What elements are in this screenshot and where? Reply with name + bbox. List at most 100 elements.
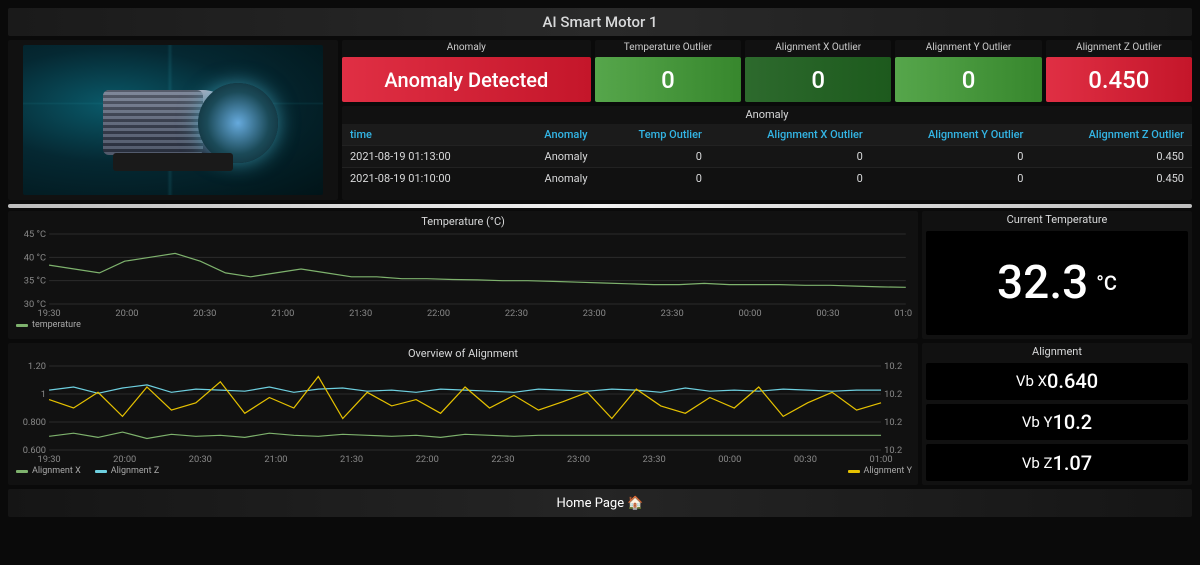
- svg-text:35 °C: 35 °C: [24, 277, 46, 287]
- kpi-align-z-outlier[interactable]: Alignment Z Outlier 0.450: [1046, 40, 1192, 102]
- table-row[interactable]: 2021-08-19 01:10:00Anomaly0000.450: [342, 168, 1192, 190]
- svg-text:40 °C: 40 °C: [24, 253, 46, 263]
- charts-column: Temperature (°C) 30 °C35 °C40 °C45 °C19:…: [8, 211, 918, 485]
- svg-text:00:30: 00:30: [816, 309, 839, 318]
- alignment-values-rows: Vb X0.640 Vb Y10.2Vb Z1.07: [922, 361, 1192, 485]
- kpi-align-y-value: 0: [895, 57, 1041, 102]
- svg-text:20:30: 20:30: [193, 309, 216, 318]
- alignment-values-title: Alignment: [922, 343, 1192, 361]
- motor-image: [23, 45, 323, 195]
- anomaly-table-body: 2021-08-19 01:13:00Anomaly0000.4502021-0…: [342, 146, 1192, 190]
- svg-text:23:00: 23:00: [567, 455, 590, 464]
- alignment-value-row: Vb Y10.2: [926, 404, 1188, 441]
- legend-align-z[interactable]: Alignment Z: [95, 466, 159, 476]
- temperature-chart-title: Temperature (°C): [14, 215, 912, 228]
- svg-text:22:30: 22:30: [505, 309, 528, 318]
- svg-text:10.2: 10.2: [884, 362, 902, 372]
- current-temperature-panel[interactable]: Current Temperature 32.3 °C: [922, 211, 1192, 339]
- legend-swatch-align-y: [848, 470, 860, 473]
- kpi-anomaly[interactable]: Anomaly Anomaly Detected: [342, 40, 591, 102]
- motor-image-panel: [8, 40, 338, 200]
- kpi-temp-outlier-title: Temperature Outlier: [595, 40, 741, 56]
- top-row: Anomaly Anomaly Detected Temperature Out…: [8, 40, 1192, 200]
- anomaly-table-head: timeAnomalyTemp OutlierAlignment X Outli…: [342, 124, 1192, 146]
- anomaly-table-title: Anomaly: [342, 106, 1192, 124]
- temperature-chart-svg: 30 °C35 °C40 °C45 °C19:3020:0020:3021:00…: [14, 230, 912, 318]
- svg-text:21:00: 21:00: [264, 455, 287, 464]
- svg-text:19:30: 19:30: [38, 309, 61, 318]
- svg-text:00:00: 00:00: [718, 455, 741, 464]
- kpi-anomaly-title: Anomaly: [342, 40, 591, 56]
- alignment-value-row: Vb Z1.07: [926, 444, 1188, 481]
- anomaly-table-panel: Anomaly timeAnomalyTemp OutlierAlignment…: [342, 106, 1192, 200]
- alignment-chart-title: Overview of Alignment: [14, 347, 912, 360]
- kpi-temp-outlier-value: 0: [595, 57, 741, 102]
- kpi-anomaly-value: Anomaly Detected: [342, 57, 591, 102]
- kpi-row: Anomaly Anomaly Detected Temperature Out…: [342, 40, 1192, 102]
- svg-text:21:00: 21:00: [271, 309, 294, 318]
- side-column: Current Temperature 32.3 °C Alignment Vb…: [922, 211, 1192, 485]
- kpi-align-z-value: 0.450: [1046, 57, 1192, 102]
- anomaly-table[interactable]: timeAnomalyTemp OutlierAlignment X Outli…: [342, 124, 1192, 189]
- alignment-chart-panel[interactable]: Overview of Alignment 0.60010.20.80010.2…: [8, 343, 918, 485]
- svg-text:22:30: 22:30: [491, 455, 514, 464]
- alignment-chart-svg: 0.60010.20.80010.2110.21.2010.219:3020:0…: [14, 362, 912, 464]
- temperature-legend: temperature: [14, 318, 912, 330]
- table-header[interactable]: Alignment X Outlier: [710, 124, 871, 146]
- svg-text:22:00: 22:00: [427, 309, 450, 318]
- svg-text:01:00: 01:00: [869, 455, 892, 464]
- dashboard-title-bar: AI Smart Motor 1: [8, 8, 1192, 36]
- kpi-align-x-outlier[interactable]: Alignment X Outlier 0: [745, 40, 891, 102]
- legend-align-x[interactable]: Alignment X: [16, 466, 81, 476]
- current-temperature-title: Current Temperature: [922, 211, 1192, 229]
- motor-fins-icon: [103, 90, 203, 155]
- current-temperature-value: 32.3 °C: [926, 231, 1188, 335]
- svg-text:23:30: 23:30: [643, 455, 666, 464]
- kpi-align-x-title: Alignment X Outlier: [745, 40, 891, 56]
- charts-row: Temperature (°C) 30 °C35 °C40 °C45 °C19:…: [8, 211, 1192, 485]
- svg-text:00:30: 00:30: [794, 455, 817, 464]
- kpi-align-y-outlier[interactable]: Alignment Y Outlier 0: [895, 40, 1041, 102]
- table-header[interactable]: Temp Outlier: [596, 124, 710, 146]
- alignment-chart-body: 0.60010.20.80010.2110.21.2010.219:3020:0…: [14, 362, 912, 464]
- svg-text:20:30: 20:30: [189, 455, 212, 464]
- svg-text:10.2: 10.2: [884, 418, 902, 428]
- svg-text:1: 1: [41, 390, 46, 400]
- dashboard-title: AI Smart Motor 1: [542, 13, 657, 31]
- alignment-value-row: Vb X0.640: [926, 363, 1188, 400]
- svg-text:21:30: 21:30: [349, 309, 372, 318]
- motor-fan-icon: [198, 83, 278, 163]
- kpi-align-x-value: 0: [745, 57, 891, 102]
- table-header[interactable]: Anomaly: [510, 124, 595, 146]
- kpi-temp-outlier[interactable]: Temperature Outlier 0: [595, 40, 741, 102]
- legend-temp[interactable]: temperature: [16, 320, 81, 330]
- table-header[interactable]: Alignment Y Outlier: [871, 124, 1032, 146]
- motor-base-icon: [113, 153, 233, 171]
- legend-swatch-temp: [16, 324, 28, 327]
- temperature-chart-panel[interactable]: Temperature (°C) 30 °C35 °C40 °C45 °C19:…: [8, 211, 918, 339]
- svg-text:21:30: 21:30: [340, 455, 363, 464]
- svg-text:00:00: 00:00: [738, 309, 761, 318]
- svg-text:1.20: 1.20: [28, 362, 46, 372]
- section-divider: [8, 204, 1192, 208]
- alignment-values-panel[interactable]: Alignment Vb X0.640 Vb Y10.2Vb Z1.07: [922, 343, 1192, 485]
- legend-swatch-align-x: [16, 470, 28, 473]
- home-page-link[interactable]: Home Page 🏠: [8, 489, 1192, 517]
- table-header[interactable]: Alignment Z Outlier: [1031, 124, 1192, 146]
- legend-swatch-align-z: [95, 470, 107, 473]
- svg-text:19:30: 19:30: [38, 455, 61, 464]
- svg-text:10.2: 10.2: [884, 390, 902, 400]
- table-header[interactable]: time: [342, 124, 510, 146]
- svg-text:01:00: 01:00: [894, 309, 912, 318]
- top-right-stack: Anomaly Anomaly Detected Temperature Out…: [342, 40, 1192, 200]
- svg-text:23:00: 23:00: [583, 309, 606, 318]
- svg-text:0.800: 0.800: [23, 418, 46, 428]
- legend-align-y[interactable]: Alignment Y: [848, 466, 913, 476]
- alignment-legend: Alignment X Alignment Z Alignment Y: [14, 464, 912, 476]
- kpi-align-y-title: Alignment Y Outlier: [895, 40, 1041, 56]
- svg-text:20:00: 20:00: [115, 309, 138, 318]
- svg-text:45 °C: 45 °C: [24, 230, 46, 240]
- svg-text:23:30: 23:30: [661, 309, 684, 318]
- kpi-align-z-title: Alignment Z Outlier: [1046, 40, 1192, 56]
- table-row[interactable]: 2021-08-19 01:13:00Anomaly0000.450: [342, 146, 1192, 168]
